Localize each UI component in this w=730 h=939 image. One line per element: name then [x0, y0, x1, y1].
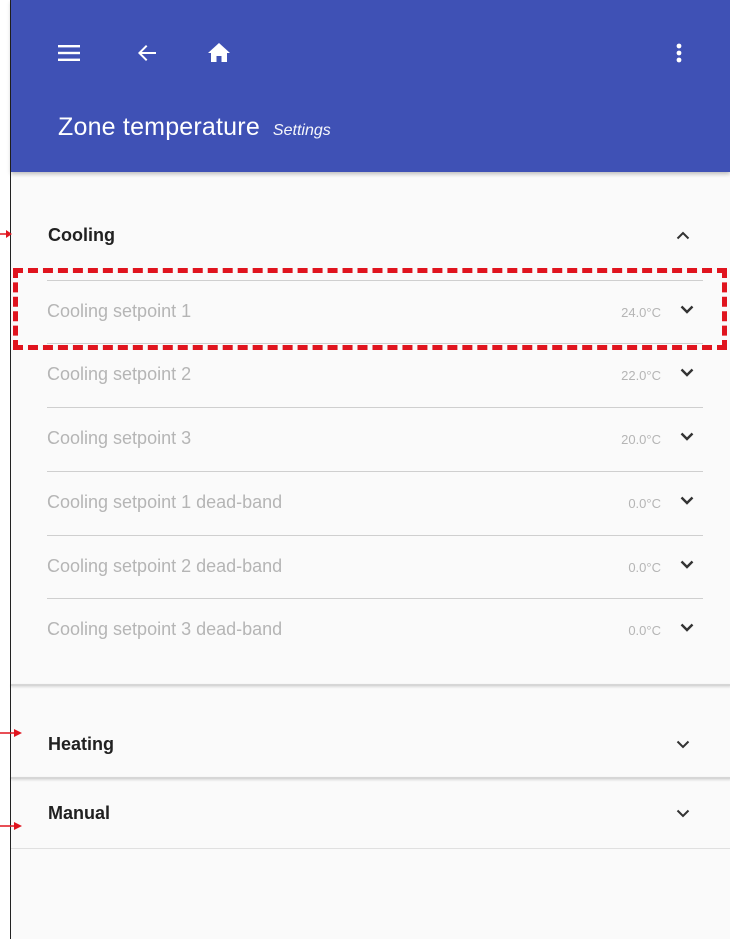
- section-title-manual: Manual: [48, 802, 111, 823]
- list-item-label: Cooling setpoint 1 dead-band: [47, 492, 283, 512]
- annotation-arrow: [0, 230, 12, 238]
- list-item-label: Cooling setpoint 1: [47, 301, 192, 321]
- section-title-cooling: Cooling: [48, 224, 115, 245]
- section-divider: [11, 777, 730, 779]
- page-title-row: Zone temperature Settings: [58, 113, 331, 142]
- section-header-heating[interactable]: Heating: [11, 712, 730, 776]
- list-item-value: 0.0°C: [628, 623, 661, 638]
- more-vert-icon[interactable]: [661, 35, 697, 71]
- section-header-manual[interactable]: Manual: [11, 782, 730, 844]
- list-item-label: Cooling setpoint 3: [47, 428, 192, 448]
- chevron-up-icon[interactable]: [671, 223, 695, 247]
- back-arrow-icon[interactable]: [129, 35, 165, 71]
- chevron-down-icon[interactable]: [675, 615, 699, 639]
- page-title: Zone temperature: [58, 113, 260, 141]
- list-item-value: 24.0°C: [621, 305, 661, 320]
- list-item-label: Cooling setpoint 3 dead-band: [47, 619, 283, 639]
- home-icon[interactable]: [201, 35, 237, 71]
- list-item-cooling-setpoint-2[interactable]: Cooling setpoint 2 22.0°C: [47, 343, 703, 406]
- chevron-down-icon[interactable]: [675, 552, 699, 576]
- chevron-down-icon[interactable]: [671, 732, 695, 756]
- list-item-cooling-setpoint-1-dead-band[interactable]: Cooling setpoint 1 dead-band 0.0°C: [47, 471, 703, 534]
- section-header-cooling[interactable]: Cooling: [11, 205, 730, 265]
- chevron-down-icon[interactable]: [675, 424, 699, 448]
- section-divider: [11, 684, 730, 686]
- list-item-value: 20.0°C: [621, 432, 661, 447]
- list-item-cooling-setpoint-3[interactable]: Cooling setpoint 3 20.0°C: [47, 407, 703, 470]
- list-item-cooling-setpoint-3-dead-band[interactable]: Cooling setpoint 3 dead-band 0.0°C: [47, 598, 703, 661]
- chevron-down-icon[interactable]: [675, 360, 699, 384]
- chevron-down-icon[interactable]: [671, 801, 695, 825]
- list-item-cooling-setpoint-1[interactable]: Cooling setpoint 1 24.0°C: [47, 280, 703, 343]
- app-bar: Zone temperature Settings: [11, 0, 730, 172]
- chevron-down-icon[interactable]: [675, 297, 699, 321]
- section-title-heating: Heating: [48, 733, 115, 754]
- annotation-arrow: [0, 729, 22, 737]
- list-item-cooling-setpoint-2-dead-band[interactable]: Cooling setpoint 2 dead-band 0.0°C: [47, 535, 703, 598]
- list-item-value: 22.0°C: [621, 368, 661, 383]
- list-item-value: 0.0°C: [628, 560, 661, 575]
- menu-icon[interactable]: [51, 35, 87, 71]
- app-frame: Zone temperature Settings Cooling Coolin…: [10, 0, 730, 939]
- section-divider: [11, 848, 730, 849]
- annotation-arrow: [0, 822, 22, 830]
- page-subtitle: Settings: [272, 122, 331, 139]
- list-item-label: Cooling setpoint 2: [47, 364, 192, 384]
- chevron-down-icon[interactable]: [675, 488, 699, 512]
- list-item-value: 0.0°C: [628, 496, 661, 511]
- list-item-label: Cooling setpoint 2 dead-band: [47, 556, 283, 576]
